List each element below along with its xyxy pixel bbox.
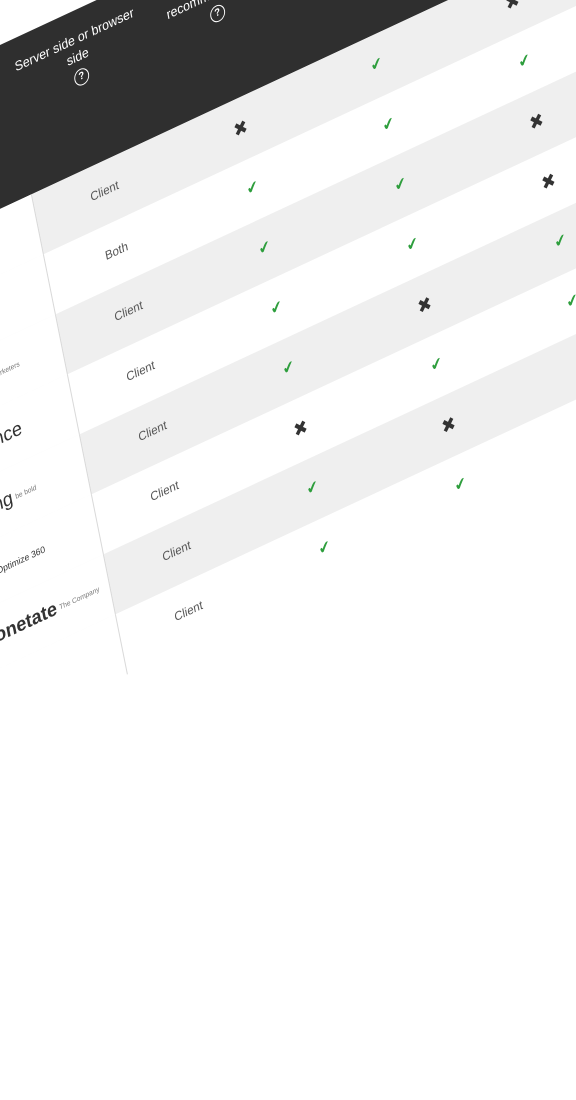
- brand-name: Google Optimize 360: [0, 543, 46, 590]
- cross-icon: ✖: [231, 115, 250, 142]
- brand-name: bunting: [0, 487, 15, 535]
- check-icon: ✔: [405, 233, 420, 256]
- check-icon: ✔: [393, 173, 408, 196]
- check-icon: ✔: [269, 296, 284, 320]
- check-icon: ✔: [257, 236, 272, 260]
- cross-icon: ✖: [415, 291, 434, 319]
- brand-tagline: The Company: [58, 585, 101, 612]
- cross-icon: ✖: [439, 411, 458, 439]
- check-icon: ✔: [381, 113, 396, 136]
- help-icon[interactable]: ?: [208, 2, 227, 25]
- header-content-recommendations: Content recommendations ?: [140, 0, 287, 53]
- brand-tagline: Monetizing Marketers: [0, 360, 21, 395]
- cross-icon: ✖: [539, 168, 558, 195]
- check-icon: ✔: [245, 176, 260, 200]
- check-icon: ✔: [565, 290, 576, 313]
- cross-icon: ✖: [527, 108, 546, 135]
- cross-icon: ✖: [503, 0, 522, 15]
- check-icon: ✔: [281, 356, 296, 380]
- header-server-browser: Server side or browser side ?: [5, 0, 152, 117]
- comparison-table: Server side or browser side ? Content re…: [0, 0, 576, 1100]
- check-icon: ✔: [553, 230, 568, 253]
- help-icon[interactable]: ?: [72, 65, 91, 89]
- check-icon: ✔: [369, 53, 384, 76]
- brand-tagline: be bold: [14, 483, 37, 501]
- check-icon: ✔: [517, 50, 532, 73]
- check-icon: ✔: [453, 473, 468, 496]
- check-icon: ✔: [305, 476, 320, 500]
- cross-icon: ✖: [291, 415, 310, 442]
- check-icon: ✔: [429, 353, 444, 376]
- check-icon: ✔: [317, 536, 332, 560]
